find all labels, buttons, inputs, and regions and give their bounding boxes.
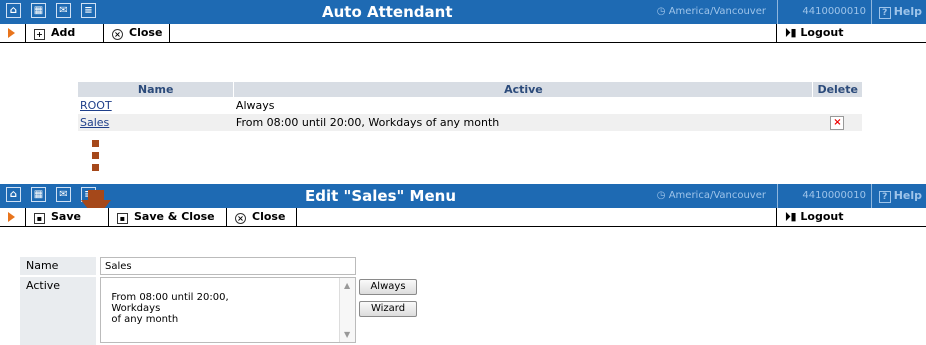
logout-button[interactable]: ⏵▮ Logout [776,208,866,226]
close-button[interactable]: × Close [226,208,285,226]
customers-icon[interactable]: ▦ [31,3,46,18]
top-toolbar: + Add × Close ⏵▮ Logout [0,24,926,43]
save-button[interactable]: ▪ Save [25,208,81,226]
help-link[interactable]: ? Help [878,184,922,208]
scrollbar[interactable]: ▲ ▼ [339,278,355,342]
account-id: 4410000010 [802,6,866,17]
mail-icon[interactable]: ✉ [56,3,71,18]
menu-name-link[interactable]: ROOT [80,99,112,112]
menu-active: Always [233,97,813,114]
divider [871,184,872,208]
logout-icon: ⏵▮ [785,26,801,39]
close-button[interactable]: × Close [103,24,162,42]
divider [871,0,872,24]
close-icon: × [112,29,123,40]
mail-icon[interactable]: ✉ [56,187,71,202]
list-icon[interactable]: ≡ [81,3,96,18]
floppy-icon: ▪ [117,213,128,224]
logout-icon: ⏵▮ [785,210,801,223]
divider [169,24,170,42]
help-icon: ? [878,191,891,203]
connector-dash [92,164,99,171]
scroll-up-icon[interactable]: ▲ [344,281,350,290]
bottom-toolbar: ▪ Save ▪ Save & Close × Close ⏵▮ Logout [0,208,926,227]
menu-active: From 08:00 until 20:00, Workdays of any … [233,114,813,131]
home-icon[interactable]: ⌂ [6,187,21,202]
page-title: Edit "Sales" Menu [305,187,456,205]
timezone-link[interactable]: ◷ America/Vancouver [651,0,772,24]
connector-dash [92,152,99,159]
wizard-button[interactable]: Wizard [359,301,417,317]
save-close-button[interactable]: ▪ Save & Close [108,208,215,226]
logout-button[interactable]: ⏵▮ Logout [776,24,866,42]
timezone-link[interactable]: ◷ America/Vancouver [651,184,772,208]
clock-icon: ◷ [656,6,669,17]
active-label: Active [20,277,96,345]
name-field[interactable] [100,257,356,275]
plus-icon: + [34,29,45,40]
always-button[interactable]: Always [359,279,417,295]
add-button[interactable]: + Add [25,24,75,42]
col-header-delete: Delete [812,82,862,97]
customers-icon[interactable]: ▦ [31,187,46,202]
connector-dash [92,140,99,147]
col-header-name: Name [78,82,235,97]
scroll-down-icon[interactable]: ▼ [344,330,350,339]
play-arrow-icon [8,28,15,38]
col-header-active: Active [233,82,814,97]
delete-icon[interactable]: × [830,116,845,130]
bottom-titlebar: ⌂ ▦ ✉ ≡ Edit "Sales" Menu ◷ America/Vanc… [0,184,926,208]
floppy-icon: ▪ [34,213,45,224]
home-icon[interactable]: ⌂ [6,3,21,18]
account-id: 4410000010 [802,190,866,201]
menu-table: Name Active Delete ROOT Always Sales Fro… [78,82,862,131]
divider [777,184,778,208]
table-row: Sales From 08:00 until 20:00, Workdays o… [78,114,862,131]
active-text: From 08:00 until 20:00, Workdays of any … [111,292,229,325]
close-icon: × [235,213,246,224]
play-arrow-icon [8,212,15,222]
clock-icon: ◷ [656,190,669,201]
menu-name-link[interactable]: Sales [80,116,109,129]
table-row: ROOT Always [78,97,862,114]
divider [777,0,778,24]
help-icon: ? [878,7,891,19]
name-label: Name [20,257,96,275]
top-titlebar: ⌂ ▦ ✉ ≡ Auto Attendant ◷ America/Vancouv… [0,0,926,24]
help-link[interactable]: ? Help [878,0,922,24]
divider [296,208,297,226]
page-title: Auto Attendant [322,3,453,21]
active-textarea[interactable]: From 08:00 until 20:00, Workdays of any … [100,277,356,343]
